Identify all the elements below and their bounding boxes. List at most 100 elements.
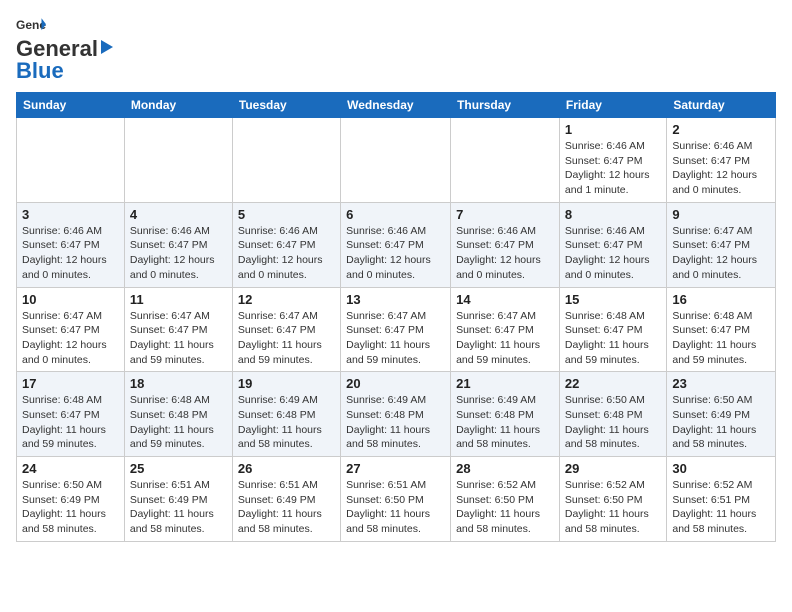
day-info: Sunrise: 6:52 AM Sunset: 6:50 PM Dayligh… <box>565 478 661 537</box>
calendar-cell: 6Sunrise: 6:46 AM Sunset: 6:47 PM Daylig… <box>341 202 451 287</box>
day-number: 22 <box>565 376 661 391</box>
day-info: Sunrise: 6:50 AM Sunset: 6:49 PM Dayligh… <box>672 393 770 452</box>
day-number: 4 <box>130 207 227 222</box>
day-number: 5 <box>238 207 335 222</box>
day-info: Sunrise: 6:47 AM Sunset: 6:47 PM Dayligh… <box>456 309 554 368</box>
calendar-cell: 15 Sunrise: 6:48 AM Sunset: 6:47 PM Dayli… <box>559 287 666 372</box>
week-row-2: 3 Sunrise: 6:46 AM Sunset: 6:47 PM Daylig… <box>17 202 776 287</box>
column-header-sunday: Sunday <box>17 93 125 118</box>
day-info: Sunrise: 6:47 AM Sunset: 6:47 PM Dayligh… <box>130 309 227 368</box>
day-info: Sunrise: 6:47 AM Sunset: 6:47 PM Dayligh… <box>238 309 335 368</box>
day-number: 3 <box>22 207 119 222</box>
calendar-cell: 23 Sunrise: 6:50 AM Sunset: 6:49 PM Dayli… <box>667 372 776 457</box>
calendar-cell: 22 Sunrise: 6:50 AM Sunset: 6:48 PM Dayli… <box>559 372 666 457</box>
day-number: 2 <box>672 122 770 137</box>
calendar-cell: 7Sunrise: 6:46 AM Sunset: 6:47 PM Daylig… <box>451 202 560 287</box>
logo-arrow-icon <box>99 38 115 56</box>
column-header-tuesday: Tuesday <box>232 93 340 118</box>
column-header-thursday: Thursday <box>451 93 560 118</box>
calendar-cell: 5 Sunrise: 6:46 AM Sunset: 6:47 PM Daylig… <box>232 202 340 287</box>
day-info: Sunrise: 6:49 AM Sunset: 6:48 PM Dayligh… <box>346 393 445 452</box>
calendar-cell: 3 Sunrise: 6:46 AM Sunset: 6:47 PM Daylig… <box>17 202 125 287</box>
calendar-cell: 4 Sunrise: 6:46 AM Sunset: 6:47 PM Daylig… <box>124 202 232 287</box>
calendar-cell: 26 Sunrise: 6:51 AM Sunset: 6:49 PM Dayli… <box>232 457 340 542</box>
day-info: Sunrise: 6:51 AM Sunset: 6:49 PM Dayligh… <box>238 478 335 537</box>
day-info: Sunrise: 6:52 AM Sunset: 6:51 PM Dayligh… <box>672 478 770 537</box>
day-number: 27 <box>346 461 445 476</box>
logo-blue: Blue <box>16 58 64 84</box>
day-info: Sunrise: 6:48 AM Sunset: 6:47 PM Dayligh… <box>565 309 661 368</box>
day-info: Sunrise: 6:49 AM Sunset: 6:48 PM Dayligh… <box>456 393 554 452</box>
day-info: Sunrise: 6:47 AM Sunset: 6:47 PM Dayligh… <box>22 309 119 368</box>
day-info: Sunrise: 6:46 AM Sunset: 6:47 PM Dayligh… <box>130 224 227 283</box>
calendar-cell <box>124 118 232 203</box>
calendar-cell: 1Sunrise: 6:46 AM Sunset: 6:47 PM Daylig… <box>559 118 666 203</box>
day-info: Sunrise: 6:46 AM Sunset: 6:47 PM Dayligh… <box>238 224 335 283</box>
column-header-friday: Friday <box>559 93 666 118</box>
calendar-cell: 24Sunrise: 6:50 AM Sunset: 6:49 PM Dayli… <box>17 457 125 542</box>
column-header-saturday: Saturday <box>667 93 776 118</box>
day-number: 15 <box>565 292 661 307</box>
page-header: General General Blue <box>16 16 776 84</box>
calendar-cell: 27 Sunrise: 6:51 AM Sunset: 6:50 PM Dayli… <box>341 457 451 542</box>
calendar-cell: 9 Sunrise: 6:47 AM Sunset: 6:47 PM Daylig… <box>667 202 776 287</box>
calendar-cell: 12 Sunrise: 6:47 AM Sunset: 6:47 PM Dayli… <box>232 287 340 372</box>
week-row-3: 10 Sunrise: 6:47 AM Sunset: 6:47 PM Dayli… <box>17 287 776 372</box>
day-number: 28 <box>456 461 554 476</box>
day-number: 21 <box>456 376 554 391</box>
calendar-cell: 16 Sunrise: 6:48 AM Sunset: 6:47 PM Dayli… <box>667 287 776 372</box>
calendar-cell: 28 Sunrise: 6:52 AM Sunset: 6:50 PM Dayli… <box>451 457 560 542</box>
day-info: Sunrise: 6:48 AM Sunset: 6:47 PM Dayligh… <box>672 309 770 368</box>
day-number: 9 <box>672 207 770 222</box>
day-number: 26 <box>238 461 335 476</box>
day-number: 30 <box>672 461 770 476</box>
day-info: Sunrise: 6:46 AM Sunset: 6:47 PM Dayligh… <box>565 224 661 283</box>
calendar-cell: 30 Sunrise: 6:52 AM Sunset: 6:51 PM Dayli… <box>667 457 776 542</box>
day-info: Sunrise: 6:50 AM Sunset: 6:48 PM Dayligh… <box>565 393 661 452</box>
column-header-monday: Monday <box>124 93 232 118</box>
day-number: 10 <box>22 292 119 307</box>
week-row-4: 17 Sunrise: 6:48 AM Sunset: 6:47 PM Dayli… <box>17 372 776 457</box>
calendar-cell: 19Sunrise: 6:49 AM Sunset: 6:48 PM Dayli… <box>232 372 340 457</box>
day-number: 13 <box>346 292 445 307</box>
day-info: Sunrise: 6:46 AM Sunset: 6:47 PM Dayligh… <box>672 139 770 198</box>
calendar-cell: 8Sunrise: 6:46 AM Sunset: 6:47 PM Daylig… <box>559 202 666 287</box>
day-number: 17 <box>22 376 119 391</box>
calendar-cell: 17 Sunrise: 6:48 AM Sunset: 6:47 PM Dayli… <box>17 372 125 457</box>
calendar-cell <box>341 118 451 203</box>
day-number: 23 <box>672 376 770 391</box>
day-number: 7 <box>456 207 554 222</box>
week-row-1: 1Sunrise: 6:46 AM Sunset: 6:47 PM Daylig… <box>17 118 776 203</box>
calendar-cell <box>232 118 340 203</box>
day-info: Sunrise: 6:50 AM Sunset: 6:49 PM Dayligh… <box>22 478 119 537</box>
day-info: Sunrise: 6:48 AM Sunset: 6:47 PM Dayligh… <box>22 393 119 452</box>
day-info: Sunrise: 6:47 AM Sunset: 6:47 PM Dayligh… <box>672 224 770 283</box>
calendar-cell <box>17 118 125 203</box>
column-header-wednesday: Wednesday <box>341 93 451 118</box>
calendar-cell: 20 Sunrise: 6:49 AM Sunset: 6:48 PM Dayli… <box>341 372 451 457</box>
calendar-cell <box>451 118 560 203</box>
calendar-cell: 13Sunrise: 6:47 AM Sunset: 6:47 PM Dayli… <box>341 287 451 372</box>
day-info: Sunrise: 6:46 AM Sunset: 6:47 PM Dayligh… <box>565 139 661 198</box>
day-number: 19 <box>238 376 335 391</box>
calendar-cell: 2 Sunrise: 6:46 AM Sunset: 6:47 PM Daylig… <box>667 118 776 203</box>
calendar-cell: 29 Sunrise: 6:52 AM Sunset: 6:50 PM Dayli… <box>559 457 666 542</box>
calendar-cell: 21 Sunrise: 6:49 AM Sunset: 6:48 PM Dayli… <box>451 372 560 457</box>
day-number: 20 <box>346 376 445 391</box>
calendar-cell: 18Sunrise: 6:48 AM Sunset: 6:48 PM Dayli… <box>124 372 232 457</box>
calendar-cell: 25 Sunrise: 6:51 AM Sunset: 6:49 PM Dayli… <box>124 457 232 542</box>
day-number: 18 <box>130 376 227 391</box>
calendar-table: SundayMondayTuesdayWednesdayThursdayFrid… <box>16 92 776 542</box>
logo-icon: General <box>16 16 46 34</box>
day-number: 16 <box>672 292 770 307</box>
day-number: 11 <box>130 292 227 307</box>
day-info: Sunrise: 6:52 AM Sunset: 6:50 PM Dayligh… <box>456 478 554 537</box>
day-info: Sunrise: 6:46 AM Sunset: 6:47 PM Dayligh… <box>22 224 119 283</box>
day-info: Sunrise: 6:46 AM Sunset: 6:47 PM Dayligh… <box>346 224 445 283</box>
day-info: Sunrise: 6:51 AM Sunset: 6:49 PM Dayligh… <box>130 478 227 537</box>
day-info: Sunrise: 6:51 AM Sunset: 6:50 PM Dayligh… <box>346 478 445 537</box>
day-number: 14 <box>456 292 554 307</box>
day-number: 12 <box>238 292 335 307</box>
day-number: 25 <box>130 461 227 476</box>
day-number: 29 <box>565 461 661 476</box>
